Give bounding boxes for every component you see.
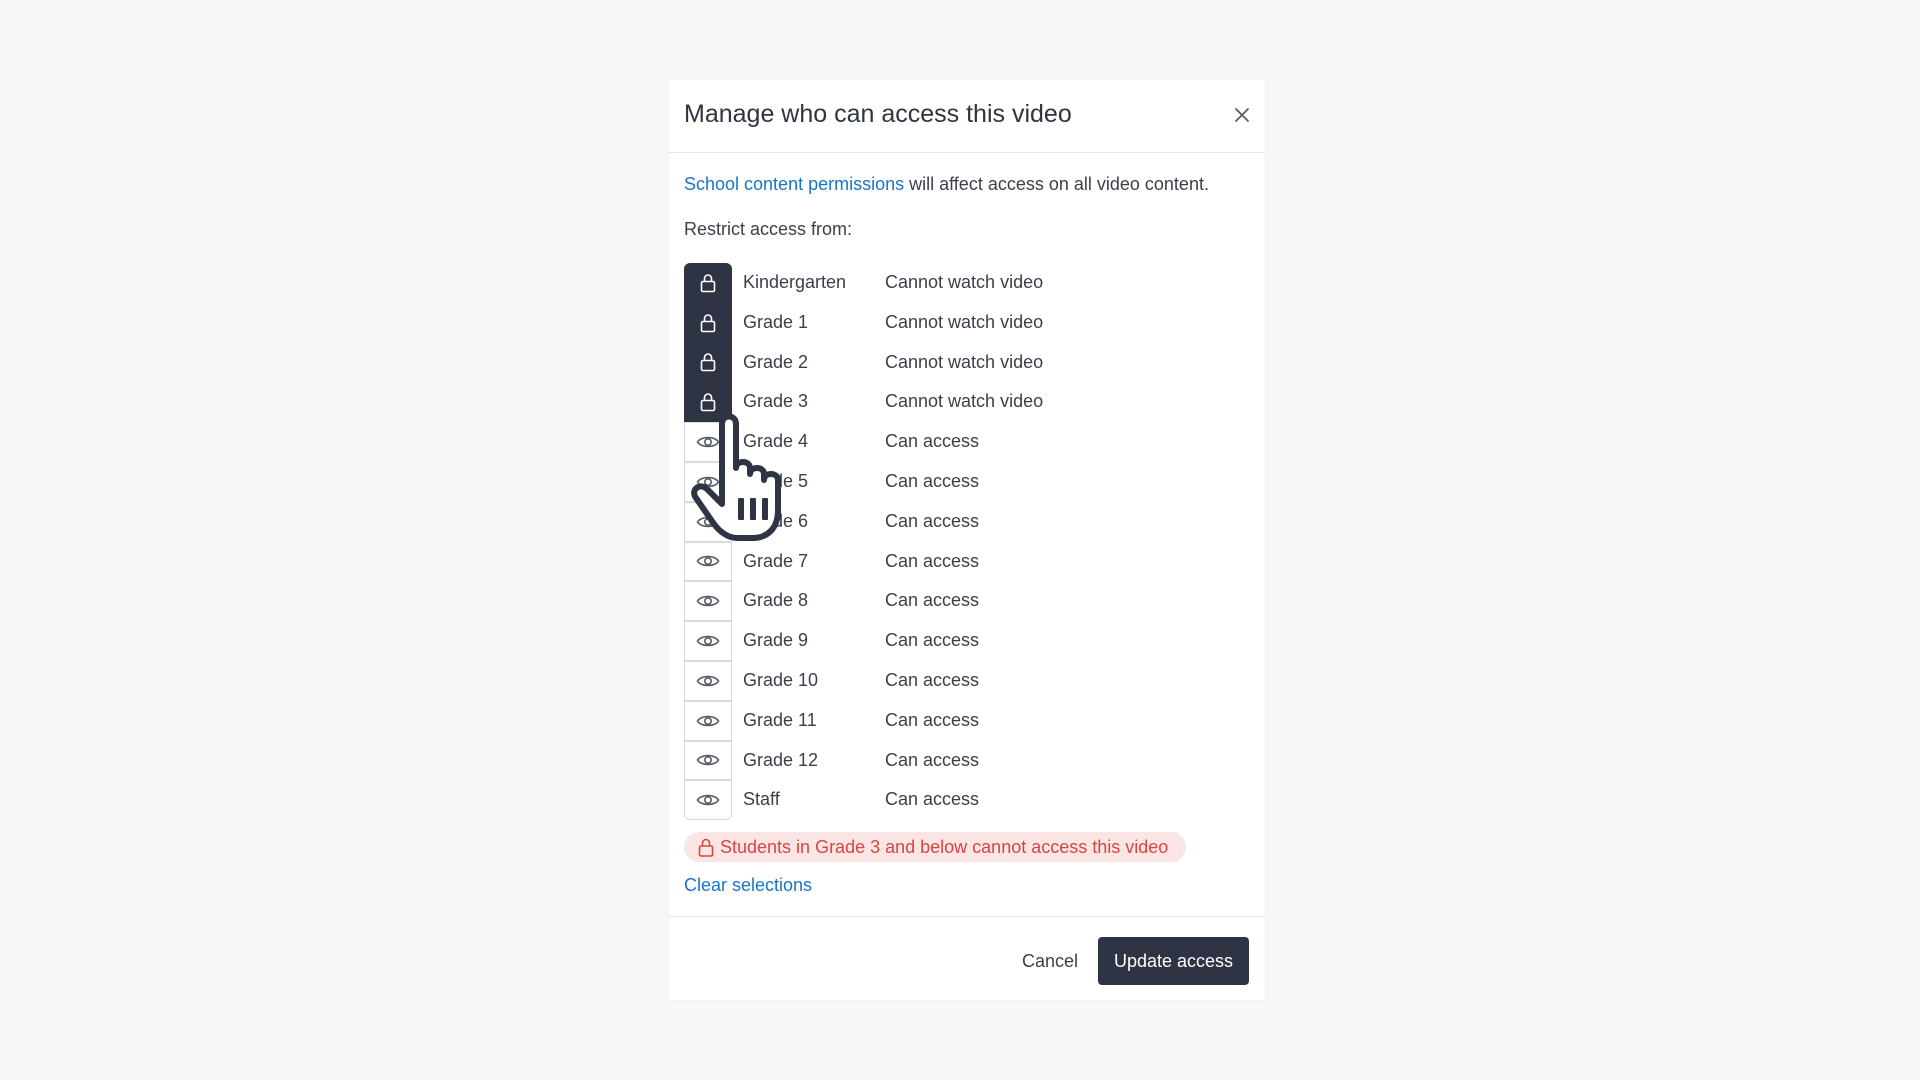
access-list: Kindergarten Cannot watch video Grade 1 Can… [684, 263, 1244, 821]
warning-badge: Students in Grade 3 and below cannot acc… [684, 832, 1186, 862]
access-row: Grade 5 Can access [684, 461, 1244, 502]
cancel-button[interactable]: Cancel [1014, 937, 1086, 985]
access-status: Cannot watch video [885, 311, 1044, 332]
lock-icon [700, 274, 716, 293]
update-access-button[interactable]: Update access [1098, 937, 1249, 985]
lock-icon [700, 313, 716, 332]
group-name: Grade 12 [743, 749, 819, 770]
access-toggle[interactable] [684, 302, 732, 343]
access-status: Can access [885, 470, 980, 491]
access-row: Grade 11 Can access [684, 700, 1244, 741]
access-row: Grade 9 Can access [684, 621, 1244, 661]
clear-selections-link[interactable]: Clear selections [684, 875, 812, 896]
lock-icon [700, 393, 716, 412]
access-row: Grade 4 Can access [684, 422, 1244, 462]
group-name: Grade 5 [743, 470, 809, 491]
eye-icon [696, 715, 720, 726]
access-status: Can access [885, 709, 980, 730]
group-name: Grade 8 [743, 590, 809, 611]
access-toggle[interactable] [684, 621, 732, 661]
access-toggle[interactable] [684, 263, 732, 303]
access-toggle[interactable] [684, 422, 732, 462]
school-permissions-link[interactable]: School content permissions [684, 174, 904, 194]
access-row: Grade 3 Cannot watch video [684, 382, 1244, 423]
access-row: Grade 12 Can access [684, 740, 1244, 781]
group-name: Grade 6 [743, 510, 809, 531]
eye-icon [696, 516, 720, 527]
access-toggle[interactable] [684, 700, 732, 741]
access-status: Can access [885, 510, 980, 531]
access-row: Grade 7 Can access [684, 541, 1244, 582]
access-toggle[interactable] [684, 342, 732, 383]
intro-text: School content permissions will affect a… [684, 174, 1209, 195]
access-status: Cannot watch video [885, 391, 1044, 412]
access-row: Staff Can access [684, 780, 1244, 821]
access-row: Grade 6 Can access [684, 501, 1244, 542]
access-toggle[interactable] [684, 740, 732, 781]
eye-icon [696, 556, 720, 567]
access-status: Cannot watch video [885, 351, 1044, 372]
warning-text: Students in Grade 3 and below cannot acc… [720, 836, 1169, 857]
dialog-title: Manage who can access this video [684, 100, 1072, 128]
eye-icon [696, 595, 720, 607]
group-name: Grade 3 [743, 391, 809, 412]
restrict-label: Restrict access from: [684, 219, 853, 239]
access-row: Grade 10 Can access [684, 660, 1244, 701]
group-name: Grade 10 [743, 669, 819, 690]
intro-rest: will affect access on all video content. [904, 174, 1209, 194]
access-row: Grade 1 Cannot watch video [684, 302, 1244, 343]
access-toggle[interactable] [684, 780, 732, 821]
access-toggle[interactable] [684, 581, 732, 622]
group-name: Grade 7 [743, 550, 809, 571]
eye-icon [696, 755, 720, 766]
group-name: Grade 11 [743, 709, 817, 730]
access-row: Grade 8 Can access [684, 581, 1244, 622]
group-name: Grade 1 [743, 311, 809, 332]
dialog-footer: Cancel Update access [669, 916, 1265, 1001]
access-row: Kindergarten Cannot watch video [684, 263, 1244, 303]
access-toggle[interactable] [684, 541, 732, 582]
access-status: Can access [885, 590, 980, 611]
access-dialog: Manage who can access this video School … [669, 80, 1265, 1000]
access-status: Can access [885, 431, 980, 452]
lock-icon [698, 838, 714, 857]
access-status: Cannot watch video [885, 272, 1044, 292]
eye-icon [696, 436, 720, 448]
group-name: Kindergarten [743, 272, 847, 292]
eye-icon [696, 635, 720, 647]
access-toggle[interactable] [684, 660, 732, 701]
group-name: Grade 2 [743, 351, 809, 372]
eye-icon [696, 675, 720, 687]
close-button[interactable] [1229, 102, 1255, 128]
access-toggle[interactable] [684, 461, 732, 502]
access-row: Grade 2 Cannot watch video [684, 342, 1244, 383]
access-status: Can access [885, 550, 980, 571]
access-toggle[interactable] [684, 382, 732, 423]
dialog-header: Manage who can access this video [669, 80, 1265, 153]
access-status: Can access [885, 749, 980, 770]
close-icon [1235, 108, 1249, 122]
access-toggle[interactable] [684, 501, 732, 542]
group-name: Grade 4 [743, 431, 809, 452]
access-status: Can access [885, 669, 980, 690]
eye-icon [696, 476, 720, 488]
access-status: Can access [885, 630, 980, 651]
lock-icon [700, 353, 716, 372]
group-name: Staff [743, 789, 780, 810]
group-name: Grade 9 [743, 630, 809, 651]
access-status: Can access [885, 789, 980, 810]
eye-icon [696, 794, 720, 806]
